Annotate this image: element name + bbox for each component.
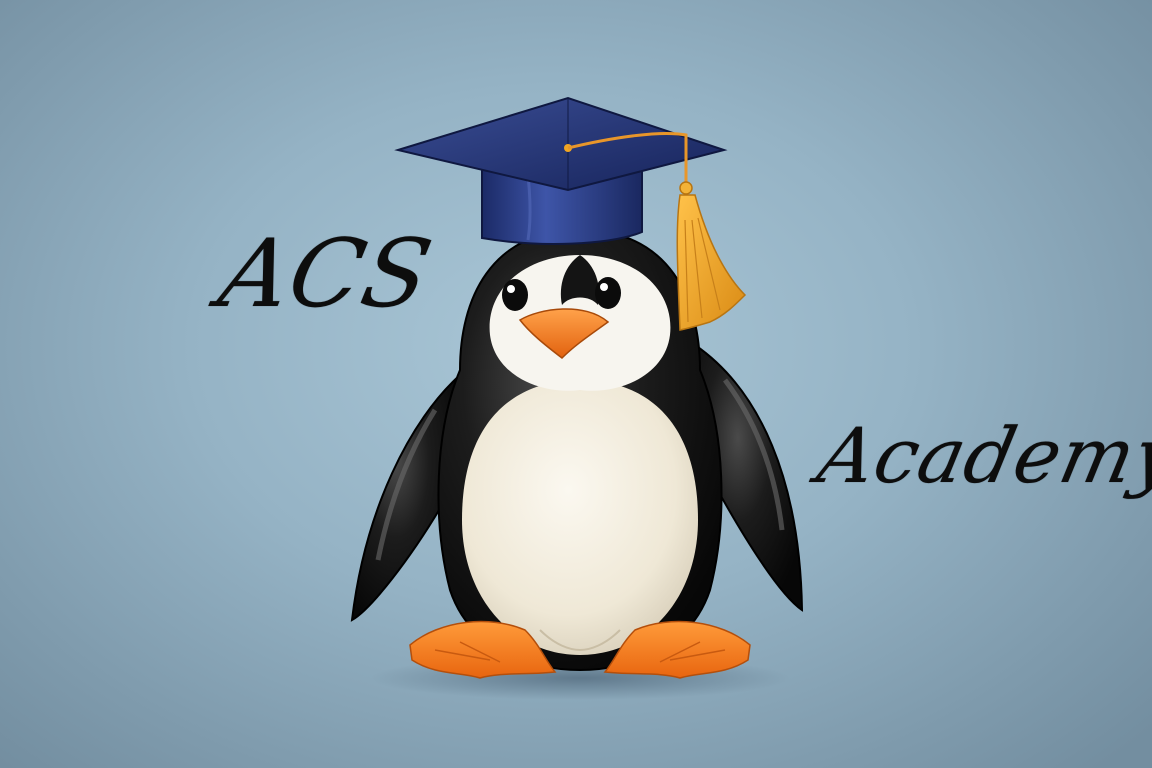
- penguin-mascot-icon: [350, 96, 804, 700]
- logo-canvas: ACS Academy: [0, 0, 1152, 768]
- logo-text-academy: Academy: [810, 411, 1152, 500]
